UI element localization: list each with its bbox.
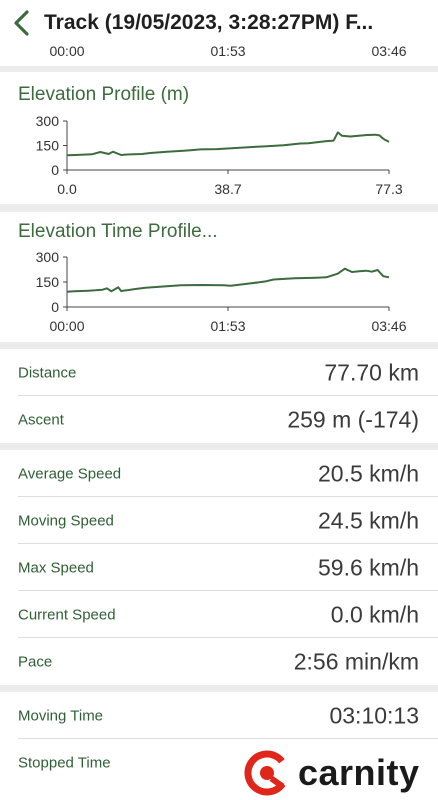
- previous-chart-x-axis: 00:00 01:53 03:46: [0, 40, 438, 66]
- stat-label: Max Speed: [18, 559, 94, 576]
- section-separator: [0, 685, 438, 692]
- x-tick-label: 0.0: [57, 181, 77, 197]
- section-separator: [0, 443, 438, 450]
- stat-value: 77.70 km: [324, 359, 419, 385]
- x-tick-label: 03:46: [371, 43, 407, 59]
- x-tick-label: 01:53: [210, 318, 245, 334]
- x-tick-label: 03:46: [371, 318, 406, 334]
- stat-row-average-speed: Average Speed 20.5 km/h: [0, 450, 438, 497]
- stat-row-current-speed: Current Speed 0.0 km/h: [0, 591, 438, 638]
- x-tick-label: 00:00: [49, 318, 84, 334]
- stat-row-distance: Distance 77.70 km: [0, 349, 438, 396]
- stat-value: 03:10:13: [329, 702, 419, 728]
- stat-value: 20.5 km/h: [318, 460, 419, 486]
- elevation-time-profile-chart[interactable]: 300 150 0 00:00 01:53 03:46: [0, 212, 438, 342]
- stat-label: Moving Speed: [18, 512, 114, 529]
- y-tick-label: 300: [36, 113, 60, 129]
- stat-row-moving-time: Moving Time 03:10:13: [0, 692, 438, 739]
- y-tick-label: 0: [51, 162, 59, 178]
- stat-row-ascent: Ascent 259 m (-174): [0, 396, 438, 443]
- elevation-time-profile-card: Elevation Time Profile... 300 150 0 00:00 01…: [0, 212, 438, 342]
- chevron-left-icon: [14, 10, 29, 36]
- page-title: Track (19/05/2023, 3:28:27PM) F...: [44, 11, 374, 34]
- stat-value: 259 m (-174): [287, 406, 419, 432]
- stat-label: Average Speed: [18, 465, 122, 482]
- stat-value: 0.0 km/h: [330, 601, 419, 627]
- carnity-watermark: carnity: [240, 746, 438, 800]
- x-tick-label: 00:00: [49, 43, 85, 59]
- x-tick-label: 01:53: [210, 43, 246, 59]
- stat-row-moving-speed: Moving Speed 24.5 km/h: [0, 497, 438, 544]
- stat-label: Distance: [18, 364, 77, 381]
- y-tick-label: 0: [51, 299, 59, 315]
- stat-value: 2:56 min/km: [293, 648, 419, 674]
- stat-value: 59.6 km/h: [318, 554, 419, 580]
- carnity-logo-text: carnity: [298, 752, 420, 793]
- stat-label: Moving Time: [18, 707, 104, 724]
- y-tick-label: 150: [36, 138, 60, 154]
- elevation-series-line: [66, 131, 390, 157]
- carnity-logo-icon: [242, 748, 292, 798]
- section-separator: [0, 204, 438, 212]
- stat-label: Pace: [18, 653, 53, 670]
- stat-label: Current Speed: [18, 606, 116, 623]
- section-separator: [0, 342, 438, 349]
- elevation-series-line: [66, 267, 390, 293]
- stat-label: Stopped Time: [18, 754, 111, 771]
- x-tick-label: 38.7: [214, 181, 241, 197]
- stat-row-pace: Pace 2:56 min/km: [0, 638, 438, 685]
- stat-label: Ascent: [18, 411, 64, 428]
- elevation-profile-card: Elevation Profile (m) 300 150 0 0.0 38.7 77.3: [0, 72, 438, 204]
- x-tick-label: 77.3: [375, 181, 402, 197]
- stat-row-max-speed: Max Speed 59.6 km/h: [0, 544, 438, 591]
- y-tick-label: 300: [36, 249, 60, 265]
- y-tick-label: 150: [36, 274, 60, 290]
- stat-value: 24.5 km/h: [318, 507, 419, 533]
- elevation-profile-chart[interactable]: 300 150 0 0.0 38.7 77.3: [0, 72, 438, 204]
